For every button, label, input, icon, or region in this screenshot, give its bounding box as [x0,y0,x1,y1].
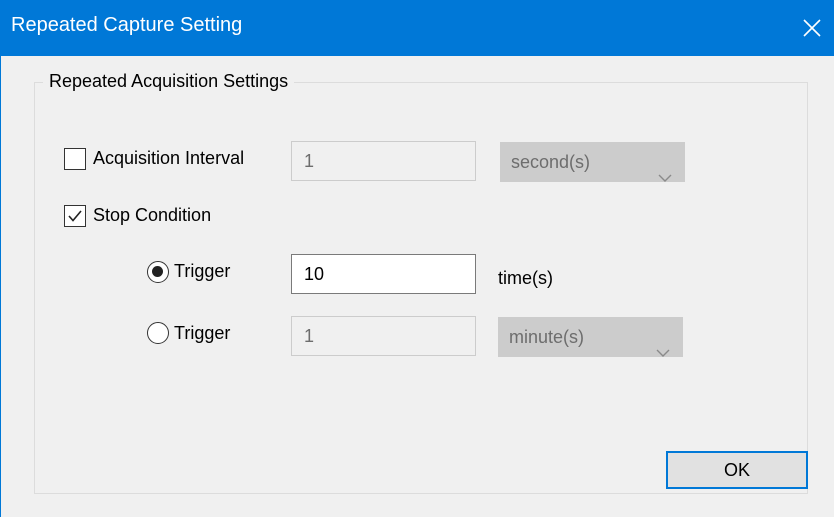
groupbox-legend: Repeated Acquisition Settings [43,70,295,92]
ok-button-label: OK [723,459,750,480]
window-title: Repeated Capture Setting [11,14,243,36]
acquisition-interval-input[interactable]: 1 [291,141,476,181]
ok-button[interactable]: OK [666,451,808,489]
trigger-count-unit-label: time(s) [498,268,553,288]
trigger-count-input[interactable]: 10 [291,254,476,294]
stop-condition-label: Stop Condition [93,205,212,225]
title-bar: Repeated Capture Setting [1,0,834,56]
acquisition-interval-label: Acquisition Interval [93,148,245,168]
trigger-time-input[interactable]: 1 [291,316,476,356]
acquisition-interval-unit-select[interactable]: second(s) [500,142,685,182]
dialog-window: Repeated Capture Setting Repeated Acquis… [0,0,834,517]
close-button[interactable] [789,0,834,56]
trigger-time-unit-value: minute(s) [509,327,585,347]
trigger-time-label: Trigger [174,323,231,343]
acquisition-interval-checkbox[interactable] [64,148,86,170]
chevron-down-icon [658,158,672,196]
radio-selected-dot [152,266,163,277]
chevron-down-icon [656,333,670,371]
close-icon [803,19,821,37]
trigger-time-unit-select[interactable]: minute(s) [498,317,683,357]
trigger-count-radio[interactable] [147,261,169,283]
trigger-count-label: Trigger [174,261,231,281]
stop-condition-checkbox[interactable] [64,205,86,227]
trigger-time-radio[interactable] [147,322,169,344]
acquisition-interval-unit-value: second(s) [511,152,591,172]
